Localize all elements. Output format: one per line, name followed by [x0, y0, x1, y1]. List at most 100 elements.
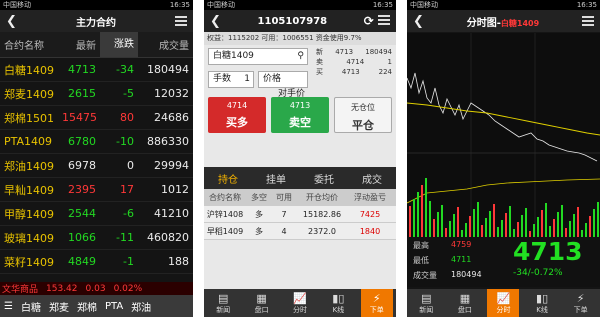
tab-sugar[interactable]: 白糖	[21, 299, 41, 314]
tab-orders[interactable]: 委托	[314, 171, 334, 186]
table-row[interactable]: 甲醇1409 2544 -6 41210	[0, 202, 193, 226]
quote-box: 新 4713 180494 卖 4714 1买 4713 224	[316, 47, 392, 77]
nav-orderbook[interactable]: ▦ 盘口	[246, 289, 278, 317]
position-row[interactable]: 沪锌1408 多 7 15182.86 7425	[204, 206, 396, 223]
main-contracts-screen: 中国移动 16:35 ❮ 主力合约 合约名称 最新 涨跌 成交量 白糖1409 …	[0, 0, 193, 317]
header-change[interactable]: 涨跌	[100, 32, 138, 57]
menu-icon[interactable]	[581, 16, 594, 26]
nav-intraday[interactable]: 📈 分时	[284, 289, 316, 317]
volume: 29994	[154, 159, 189, 172]
quote-row: 买 4713 224	[316, 67, 392, 77]
change: -6	[123, 207, 134, 220]
header-volume[interactable]: 成交量	[138, 37, 193, 52]
back-icon[interactable]: ❮	[210, 14, 221, 29]
volume: 886330	[147, 135, 189, 148]
ticker-change: 0.03	[85, 283, 106, 294]
table-row[interactable]: 郑油1409 6978 0 29994	[0, 154, 193, 178]
tab-wheat[interactable]: 郑麦	[49, 299, 69, 314]
sell-label: 卖空	[289, 116, 311, 129]
intraday-icon: 📈	[496, 291, 511, 305]
refresh-icon[interactable]: ⟳	[364, 14, 390, 28]
status-bar: 中国移动 16:35	[0, 0, 193, 10]
orderbook-icon: ▦	[459, 291, 471, 305]
menu-icon[interactable]	[377, 15, 390, 25]
time: 16:35	[576, 1, 597, 9]
close-label: 平仓	[352, 119, 374, 132]
ticker-percent: 0.02%	[113, 283, 143, 294]
tab-fills[interactable]: 成交	[362, 171, 382, 186]
table-row[interactable]: 早籼1409 2395 17 1012	[0, 178, 193, 202]
volume: 460820	[147, 231, 189, 244]
nav-news[interactable]: ▤ 新闻	[410, 289, 442, 317]
tab-positions[interactable]: 持仓	[218, 171, 238, 186]
buy-label: 买多	[226, 116, 248, 129]
volume-bar	[525, 208, 527, 237]
volume: 24686	[154, 111, 189, 124]
table-row[interactable]: 白糖1409 4713 -34 180494	[0, 58, 193, 82]
account-summary: 权益：1115202 可用：1006551 资金使用9.7%	[204, 32, 396, 45]
nav-order[interactable]: ⚡ 下单	[565, 289, 597, 317]
volume-bar	[449, 221, 451, 237]
volume-bar	[437, 212, 439, 237]
back-icon[interactable]: ❮	[6, 14, 17, 29]
volume-bar	[477, 202, 479, 237]
menu-icon[interactable]	[175, 16, 187, 26]
nav-intraday[interactable]: 📈 分时	[487, 289, 520, 317]
table-row[interactable]: 菜籽1409 4849 -1 188	[0, 250, 193, 274]
contract-name: 菜籽1409	[4, 255, 54, 269]
price-field[interactable]: 价格 对手价	[258, 71, 308, 99]
tab-pending[interactable]: 挂单	[266, 171, 286, 186]
carrier: 中国移动	[3, 1, 31, 9]
tabs-menu-icon[interactable]: ☰	[4, 301, 13, 312]
close-position-button[interactable]: 无仓位 平仓	[334, 97, 392, 133]
nav-kline[interactable]: ▮▯ K线	[322, 289, 354, 317]
volume-bar	[593, 209, 595, 237]
account-title: 1105107978	[257, 15, 328, 27]
nav-order[interactable]: ⚡ 下单	[360, 289, 393, 317]
header-last[interactable]: 最新	[62, 37, 100, 52]
nav-label: 新闻	[216, 305, 231, 314]
quote-volume: 1	[387, 58, 392, 66]
back-icon[interactable]: ❮	[413, 14, 424, 29]
current-price: 4713	[513, 237, 583, 266]
nav-news[interactable]: ▤ 新闻	[207, 289, 239, 317]
nav-label: 新闻	[419, 305, 434, 314]
table-row[interactable]: 玻璃1409 1066 -11 460820	[0, 226, 193, 250]
volume-bar	[485, 218, 487, 237]
index-ticker[interactable]: 文华商品 153.42 0.03 0.02%	[0, 282, 193, 295]
table-row[interactable]: PTA1409 6780 -10 886330	[0, 130, 193, 154]
position-row[interactable]: 早稻1409 多 4 2372.0 1840	[204, 223, 396, 240]
volume-bar	[585, 223, 587, 237]
header-name[interactable]: 合约名称	[0, 37, 62, 52]
title-bar: ❮ 1105107978 ⟳	[204, 10, 396, 32]
search-icon[interactable]: ⚲	[297, 49, 304, 64]
volume-bar	[473, 209, 475, 237]
sell-short-button[interactable]: 4713 卖空	[271, 97, 329, 133]
nav-label: 分时	[292, 305, 307, 314]
volume-bar	[577, 207, 579, 237]
contract-field[interactable]: 白糖1409 ⚲	[208, 48, 308, 65]
quantity-label: 手数	[213, 74, 232, 84]
volume-avg-line	[407, 178, 600, 204]
volume-bar	[417, 192, 419, 237]
volume-bar	[573, 214, 575, 237]
title-bar: ❮ 主力合约	[0, 10, 193, 32]
tab-cotton[interactable]: 郑棉	[77, 299, 97, 314]
buy-long-button[interactable]: 4714 买多	[208, 97, 266, 133]
status-bar: 中国移动 16:35	[407, 0, 600, 10]
tab-oil[interactable]: 郑油	[131, 299, 151, 314]
intraday-icon: 📈	[293, 291, 307, 305]
close-price: 无仓位	[351, 103, 375, 112]
volume-bar	[489, 211, 491, 237]
nav-label: K线	[536, 305, 548, 314]
intraday-chart[interactable]	[407, 33, 600, 237]
last-price: 6978	[68, 159, 96, 172]
volume-bar	[517, 222, 519, 237]
quantity-field[interactable]: 手数 1	[208, 71, 254, 88]
nav-orderbook[interactable]: ▦ 盘口	[449, 289, 481, 317]
table-row[interactable]: 郑麦1409 2615 -5 12032	[0, 82, 193, 106]
volume-bar	[513, 229, 515, 237]
tab-pta[interactable]: PTA	[105, 301, 123, 312]
nav-kline[interactable]: ▮▯ K线	[526, 289, 558, 317]
table-row[interactable]: 郑棉1501 15475 80 24686	[0, 106, 193, 130]
